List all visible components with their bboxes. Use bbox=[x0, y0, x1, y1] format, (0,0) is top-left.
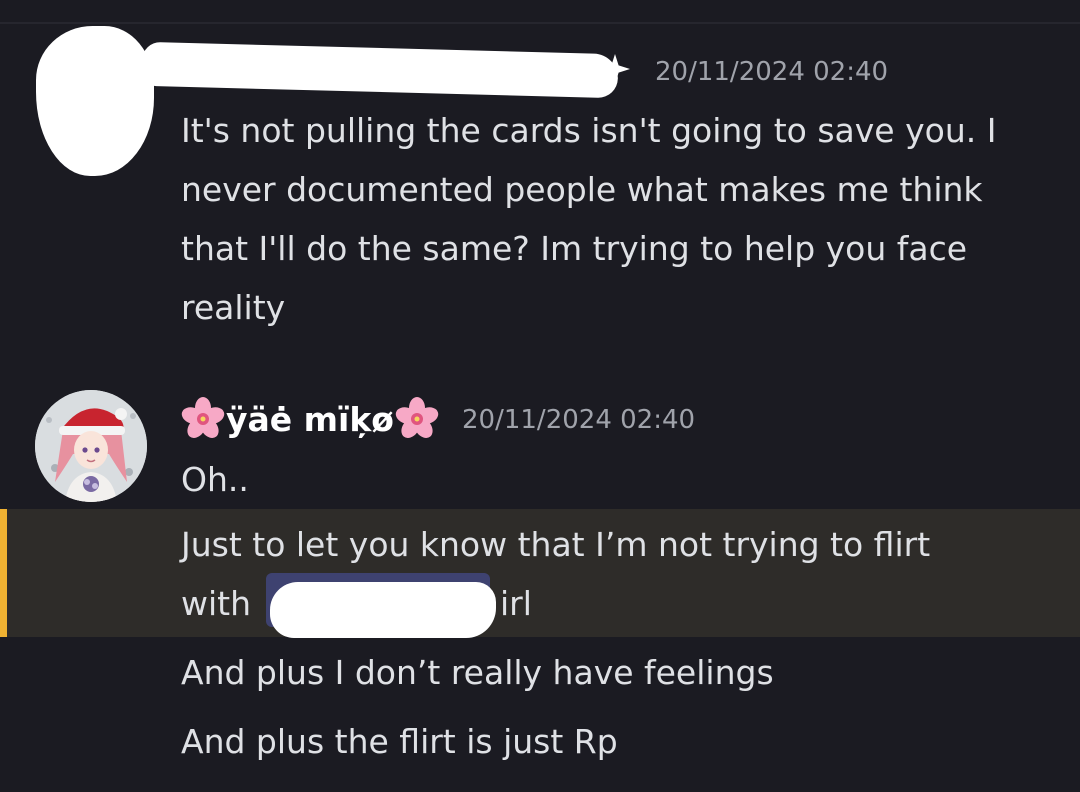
author-name-text: ÿäė mïķø bbox=[226, 399, 394, 439]
anime-avatar-icon bbox=[35, 390, 147, 502]
redacted-mention bbox=[270, 582, 496, 638]
cherry-blossom-icon bbox=[395, 397, 439, 438]
cherry-blossom-icon bbox=[181, 397, 225, 438]
message-line: And plus the flirt is just Rp bbox=[181, 722, 618, 761]
mention-highlight-bar bbox=[0, 509, 7, 637]
avatar[interactable] bbox=[35, 390, 147, 502]
message-line-irl: irl bbox=[500, 584, 532, 623]
message-line: Just to let you know that I’m not trying… bbox=[181, 525, 931, 564]
message-line-with: with bbox=[181, 584, 252, 623]
message-timestamp[interactable]: 20/11/2024 02:40 bbox=[462, 405, 695, 435]
top-divider bbox=[0, 22, 1080, 24]
redacted-author-name[interactable] bbox=[141, 41, 619, 99]
message-line: never documented people what makes me th… bbox=[181, 170, 983, 209]
author-name[interactable]: ÿäė mïķø bbox=[180, 396, 440, 442]
message-line: that I'll do the same? Im trying to help… bbox=[181, 229, 968, 268]
redacted-avatar[interactable] bbox=[36, 26, 154, 176]
message-line: It's not pulling the cards isn't going t… bbox=[181, 111, 997, 150]
message-timestamp[interactable]: 20/11/2024 02:40 bbox=[655, 57, 888, 87]
message-line: reality bbox=[181, 288, 286, 327]
message-line: Oh.. bbox=[181, 460, 249, 499]
message-line: And plus I don’t really have feelings bbox=[181, 653, 774, 692]
